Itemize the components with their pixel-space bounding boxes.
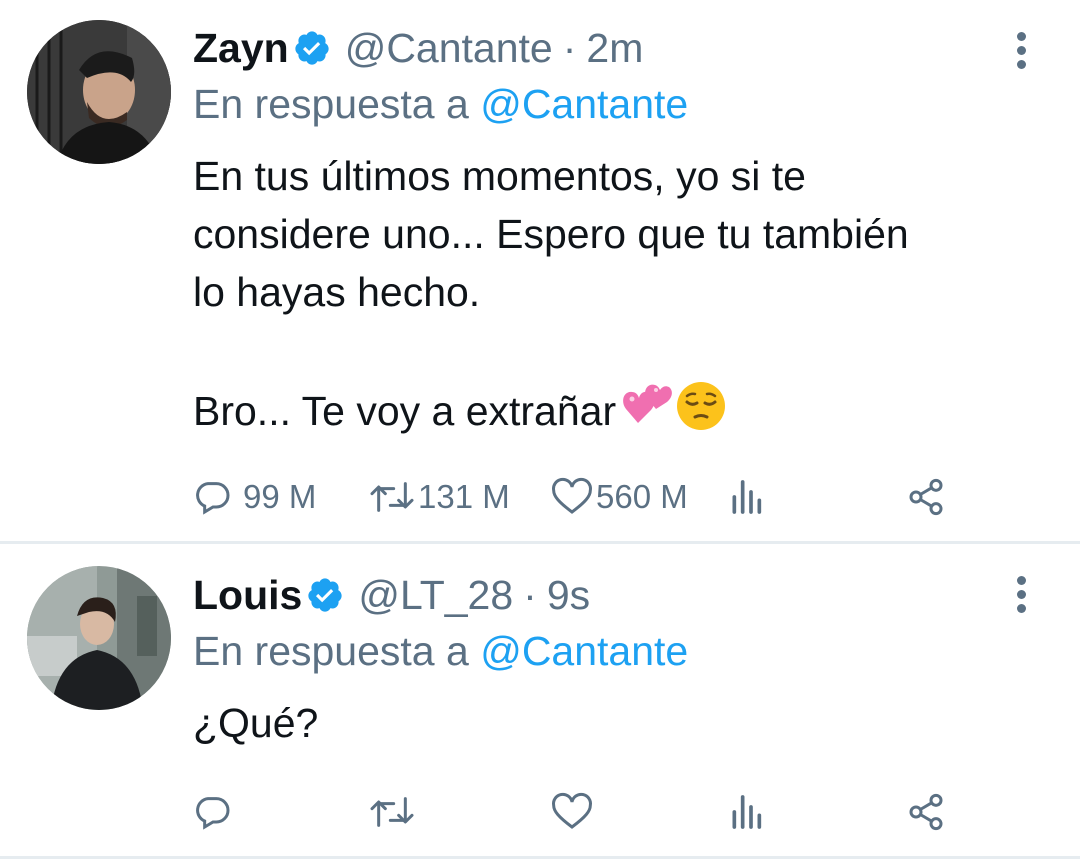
tweet-text: ¿Qué? bbox=[193, 694, 1020, 752]
share-icon bbox=[909, 478, 943, 516]
verified-badge-icon bbox=[306, 576, 344, 614]
avatar[interactable] bbox=[27, 20, 171, 164]
analytics-icon bbox=[732, 795, 762, 829]
share-button[interactable] bbox=[905, 787, 947, 837]
share-icon bbox=[909, 793, 943, 831]
reply-icon bbox=[196, 482, 230, 515]
reply-button[interactable] bbox=[193, 787, 243, 837]
verified-badge-icon bbox=[293, 29, 331, 67]
analytics-icon bbox=[732, 480, 762, 514]
pensive-face-emoji bbox=[674, 379, 728, 433]
more-options-icon[interactable] bbox=[1006, 576, 1036, 616]
tweet-actions: 99 M 131 M 560 M bbox=[193, 472, 950, 522]
tweet-text-content: ¿Qué? bbox=[193, 700, 319, 746]
retweet-button[interactable]: 131 M bbox=[368, 472, 510, 522]
separator-dot: · bbox=[562, 25, 577, 71]
user-handle[interactable]: @LT_28 bbox=[358, 569, 513, 621]
tweet[interactable]: Zayn @Cantante · 2m En respuesta a @Cant… bbox=[0, 0, 1080, 544]
reply-handle-link[interactable]: @Cantante bbox=[480, 81, 688, 127]
retweet-button[interactable] bbox=[368, 787, 418, 837]
timestamp[interactable]: 2m bbox=[586, 22, 643, 74]
retweet-icon bbox=[370, 482, 414, 512]
two-hearts-emoji bbox=[618, 379, 673, 433]
retweet-count: 131 M bbox=[418, 478, 510, 515]
display-name[interactable]: Louis bbox=[193, 569, 302, 621]
tweet-actions bbox=[193, 787, 950, 837]
analytics-button[interactable] bbox=[728, 787, 764, 837]
avatar[interactable] bbox=[27, 566, 171, 710]
heart-icon bbox=[552, 792, 592, 829]
like-count: 560 M bbox=[596, 478, 688, 515]
reply-icon bbox=[196, 797, 230, 830]
more-options-icon[interactable] bbox=[1006, 32, 1036, 72]
reply-prefix: En respuesta a bbox=[193, 628, 469, 674]
tweet-text: En tus últimos momentos, yo si te consid… bbox=[193, 147, 1020, 440]
reply-prefix: En respuesta a bbox=[193, 81, 469, 127]
tweet-text-content: En tus últimos momentos, yo si te consid… bbox=[193, 153, 909, 434]
like-button[interactable]: 560 M bbox=[550, 472, 688, 522]
timestamp[interactable]: 9s bbox=[547, 569, 590, 621]
analytics-button[interactable] bbox=[728, 472, 764, 522]
user-handle[interactable]: @Cantante bbox=[345, 22, 553, 74]
share-button[interactable] bbox=[905, 472, 947, 522]
like-button[interactable] bbox=[550, 787, 596, 837]
tweet[interactable]: Louis @LT_28 · 9s En respuesta a @Cantan… bbox=[0, 547, 1080, 859]
heart-icon bbox=[552, 477, 592, 514]
reply-button[interactable]: 99 M bbox=[193, 472, 316, 522]
reply-context: En respuesta a @Cantante bbox=[193, 74, 1020, 134]
retweet-icon bbox=[370, 797, 414, 827]
separator-dot: · bbox=[523, 572, 537, 618]
reply-handle-link[interactable]: @Cantante bbox=[480, 628, 688, 674]
reply-count: 99 M bbox=[243, 478, 317, 515]
reply-context: En respuesta a @Cantante bbox=[193, 621, 1020, 681]
display-name[interactable]: Zayn bbox=[193, 22, 289, 74]
